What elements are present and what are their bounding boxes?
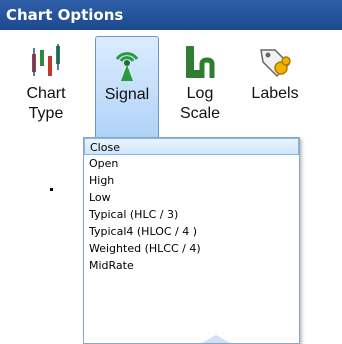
menu-item-low[interactable]: Low [84, 189, 299, 206]
labels-tag-icon [260, 49, 291, 78]
signal-dropdown-menu: Close Open High Low Typical (HLC / 3) Ty… [83, 137, 300, 344]
menu-item-open[interactable]: Open [84, 155, 299, 172]
signal-label: Signal [104, 86, 150, 103]
title-bar: Chart Options [0, 0, 342, 30]
menu-item-typical[interactable]: Typical (HLC / 3) [84, 206, 299, 223]
window-title: Chart Options [6, 6, 124, 24]
menu-item-high[interactable]: High [84, 172, 299, 189]
menu-item-typical4[interactable]: Typical4 (HLOC / 4 ) [84, 223, 299, 240]
log-scale-label: Log Scale [179, 85, 221, 122]
signal-antenna-icon [115, 52, 139, 81]
menu-item-close[interactable]: Close [84, 138, 299, 155]
chart-type-label: Chart Type [26, 85, 66, 122]
chart-type-icon [32, 44, 60, 76]
log-scale-button[interactable]: Log Scale [168, 36, 232, 144]
menu-item-midrate[interactable]: MidRate [84, 257, 299, 274]
menu-item-weighted[interactable]: Weighted (HLCC / 4) [84, 240, 299, 257]
signal-button[interactable]: Signal [95, 36, 159, 144]
log-scale-icon [186, 46, 215, 78]
labels-button[interactable]: Labels [236, 36, 314, 144]
labels-label: Labels [251, 85, 299, 102]
stray-dot [50, 188, 53, 191]
scroll-down-caret-icon[interactable] [202, 335, 230, 343]
toolbar: Chart Type Signal Log Scale Labels [0, 30, 342, 148]
chart-type-button[interactable]: Chart Type [6, 36, 86, 144]
